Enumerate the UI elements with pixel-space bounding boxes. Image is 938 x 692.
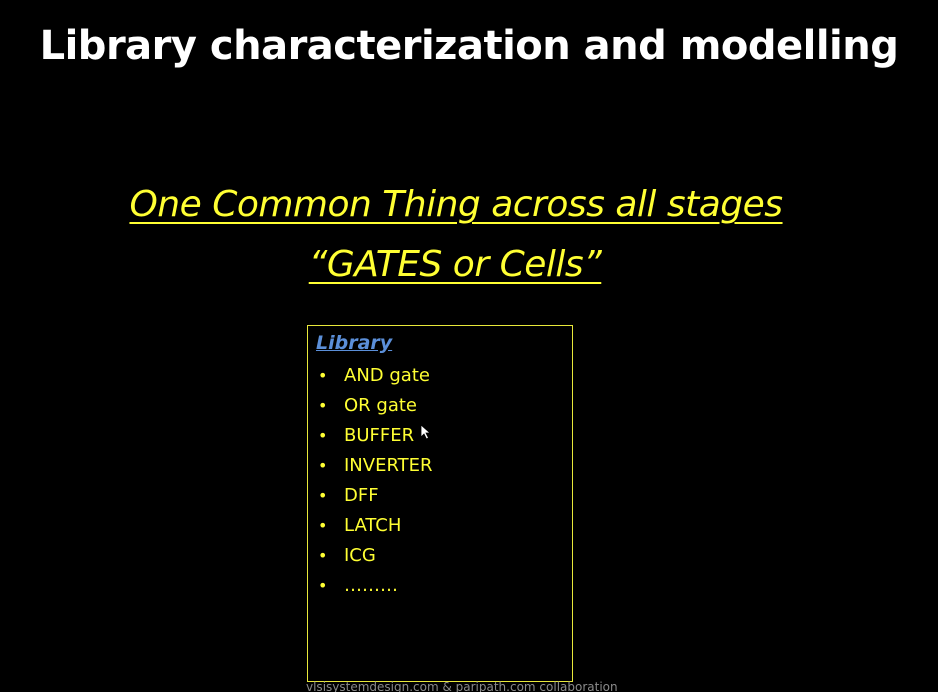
- list-item-label: INVERTER: [344, 455, 433, 476]
- bullet-icon: •: [318, 516, 328, 535]
- subtitle-line-2: “GATES or Cells”: [308, 244, 602, 285]
- list-item: • BUFFER: [316, 424, 433, 454]
- library-box: Library • AND gate • OR gate • BUFFER • …: [307, 325, 573, 682]
- list-item-label: BUFFER: [344, 425, 415, 446]
- slide-title: Library characterization and modelling: [39, 23, 899, 69]
- list-item-label: ICG: [344, 545, 376, 566]
- watermark: vlsisystemdesign.com & paripath.com coll…: [306, 680, 618, 692]
- list-item: • DFF: [316, 484, 433, 514]
- list-item-label: ………: [344, 575, 398, 596]
- list-item: • AND gate: [316, 364, 433, 394]
- list-item: • ICG: [316, 544, 433, 574]
- list-item-label: OR gate: [344, 395, 417, 416]
- mouse-pointer-icon: [420, 424, 432, 440]
- bullet-icon: •: [318, 396, 328, 415]
- list-item-label: AND gate: [344, 365, 430, 386]
- bullet-icon: •: [318, 576, 328, 595]
- list-item: • INVERTER: [316, 454, 433, 484]
- bullet-icon: •: [318, 546, 328, 565]
- list-item: • ………: [316, 574, 433, 604]
- library-list: • AND gate • OR gate • BUFFER • INVERTER…: [316, 364, 433, 604]
- bullet-icon: •: [318, 366, 328, 385]
- library-heading: Library: [316, 332, 393, 354]
- subtitle-line-1: One Common Thing across all stages: [129, 184, 783, 225]
- list-item-label: LATCH: [344, 515, 402, 536]
- list-item: • OR gate: [316, 394, 433, 424]
- list-item: • LATCH: [316, 514, 433, 544]
- bullet-icon: •: [318, 486, 328, 505]
- slide: Library characterization and modelling O…: [0, 0, 938, 692]
- bullet-icon: •: [318, 456, 328, 475]
- bullet-icon: •: [318, 426, 328, 445]
- list-item-label: DFF: [344, 485, 379, 506]
